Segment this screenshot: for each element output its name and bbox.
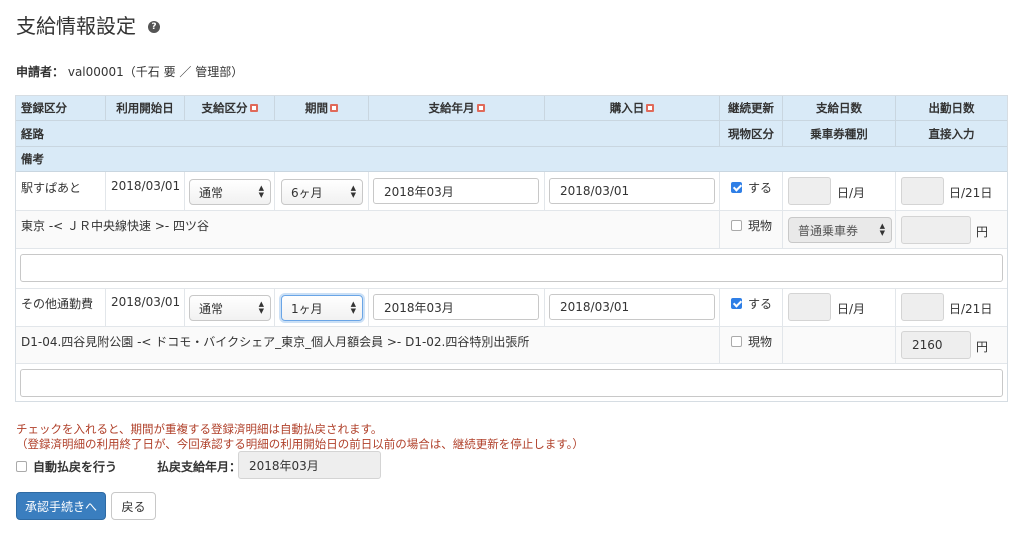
- goods-checkbox[interactable]: [731, 336, 742, 347]
- amount-input: 2160: [901, 331, 971, 359]
- purchase-date-input[interactable]: 2018/03/01: [549, 294, 715, 320]
- registration-type: その他通勤費: [21, 297, 94, 311]
- route-text: 東京 -< ＪＲ中央線快速 >- 四ツ谷: [21, 219, 210, 233]
- renewal-checkbox[interactable]: [731, 182, 742, 193]
- page-title-text: 支給情報設定: [16, 14, 136, 38]
- header-period: 期間: [274, 96, 368, 120]
- header-renewal: 継続更新: [719, 96, 782, 120]
- start-date: 2018/03/01: [111, 179, 181, 193]
- auto-refund-label: 自動払戻を行う: [33, 460, 118, 474]
- header-row-2: 経路 現物区分 乗車券種別 直接入力: [16, 121, 1007, 147]
- renewal-label: する: [748, 181, 773, 195]
- applicant-label: 申請者：: [16, 65, 65, 79]
- applicant-info: 申請者： val00001（千石 要 ／ 管理部）: [16, 63, 243, 80]
- renewal-checkbox[interactable]: [731, 298, 742, 309]
- required-icon: [249, 104, 258, 112]
- header-route: 経路: [21, 126, 44, 141]
- table-row: [16, 364, 1007, 401]
- select-arrows-icon: ▲ ▼: [350, 300, 356, 315]
- table-row: その他通勤費 2018/03/01 通常 ▲ ▼ 1ヶ月 ▲ ▼ 2018年03月 20…: [16, 289, 1007, 327]
- question-circle-icon[interactable]: ?: [148, 20, 160, 33]
- select-arrows-icon: ▲ ▼: [350, 184, 356, 199]
- table-row: 東京 -< ＪＲ中央線快速 >- 四ツ谷 現物 普通乗車券 ▲ ▼ 円: [16, 211, 1007, 249]
- category-select[interactable]: 通常 ▲ ▼: [189, 179, 271, 205]
- refund-month-label: 払戻支給年月：: [157, 460, 242, 474]
- pay-days-input: [788, 177, 831, 205]
- pay-days-unit: 日/月: [837, 186, 866, 200]
- ticket-type-select: 普通乗車券 ▲ ▼: [788, 217, 892, 243]
- header-pay-days: 支給日数: [782, 96, 895, 120]
- support-info-table: 登録区分 利用開始日 支給区分 期間 支給年月 購入日 継続更新 支給日数 出勤…: [15, 95, 1008, 402]
- header-work-days: 出勤日数: [895, 96, 1007, 120]
- pay-days-input: [788, 293, 831, 321]
- work-days-input: [901, 293, 944, 321]
- table-row: [16, 249, 1007, 289]
- header-pay-month: 支給年月: [368, 96, 544, 120]
- required-icon: [476, 104, 485, 112]
- pay-days-unit: 日/月: [837, 302, 866, 316]
- period-select[interactable]: 6ヶ月 ▲ ▼: [281, 179, 363, 205]
- goods-checkbox[interactable]: [731, 220, 742, 231]
- purchase-date-input[interactable]: 2018/03/01: [549, 178, 715, 204]
- select-arrows-icon: ▲ ▼: [258, 184, 264, 199]
- renewal-label: する: [748, 297, 773, 311]
- amount-unit: 円: [976, 225, 989, 239]
- remarks-input[interactable]: [20, 369, 1003, 397]
- start-date: 2018/03/01: [111, 295, 181, 309]
- select-arrows-icon: ▲ ▼: [258, 300, 264, 315]
- pay-month-input[interactable]: 2018年03月: [373, 294, 539, 320]
- header-purchase-date: 購入日: [544, 96, 719, 120]
- pay-month-input[interactable]: 2018年03月: [373, 178, 539, 204]
- period-select[interactable]: 1ヶ月 ▲ ▼: [281, 295, 363, 321]
- work-days-unit: 日/21日: [949, 186, 993, 200]
- goods-label: 現物: [748, 335, 773, 349]
- header-goods-type: 現物区分: [719, 121, 782, 146]
- table-row: 駅すぱあと 2018/03/01 通常 ▲ ▼ 6ヶ月 ▲ ▼ 2018年03月 201…: [16, 172, 1007, 211]
- work-days-input: [901, 177, 944, 205]
- header-direct-input: 直接入力: [895, 121, 1007, 146]
- amount-unit: 円: [976, 340, 989, 354]
- refund-month-input: 2018年03月: [238, 451, 381, 479]
- header-row-1: 登録区分 利用開始日 支給区分 期間 支給年月 購入日 継続更新 支給日数 出勤…: [16, 96, 1007, 121]
- header-start-date: 利用開始日: [105, 96, 184, 120]
- page-title: 支給情報設定 ?: [16, 10, 160, 39]
- required-icon: [330, 104, 338, 112]
- header-row-3: 備考: [16, 147, 1007, 172]
- notice-line-1: チェックを入れると、期間が重複する登録済明細は自動払戻されます。: [16, 422, 383, 436]
- applicant-value: val00001（千石 要 ／ 管理部）: [67, 65, 244, 79]
- table-row: D1-04.四谷見附公園 -< ドコモ・バイクシェア_東京_個人月額会員 >- …: [16, 327, 1007, 364]
- goods-label: 現物: [748, 219, 773, 233]
- remarks-input[interactable]: [20, 254, 1003, 282]
- header-ticket-type: 乗車券種別: [782, 121, 895, 146]
- header-registration-type: 登録区分: [21, 101, 67, 115]
- required-icon: [646, 104, 655, 112]
- back-button[interactable]: 戻る: [111, 492, 156, 520]
- auto-refund-checkbox[interactable]: [16, 461, 27, 472]
- header-category: 支給区分: [184, 96, 274, 120]
- amount-input: [901, 216, 971, 244]
- header-remarks: 備考: [21, 152, 44, 166]
- notice-line-2: （登録済明細の利用終了日が、今回承認する明細の利用開始日の前日以前の場合は、継続…: [16, 437, 584, 451]
- route-text: D1-04.四谷見附公園 -< ドコモ・バイクシェア_東京_個人月額会員 >- …: [21, 335, 530, 349]
- category-select[interactable]: 通常 ▲ ▼: [189, 295, 271, 321]
- work-days-unit: 日/21日: [949, 302, 993, 316]
- registration-type: 駅すぱあと: [21, 181, 82, 195]
- select-arrows-icon: ▲ ▼: [879, 222, 885, 237]
- approve-button[interactable]: 承認手続きへ: [16, 492, 106, 520]
